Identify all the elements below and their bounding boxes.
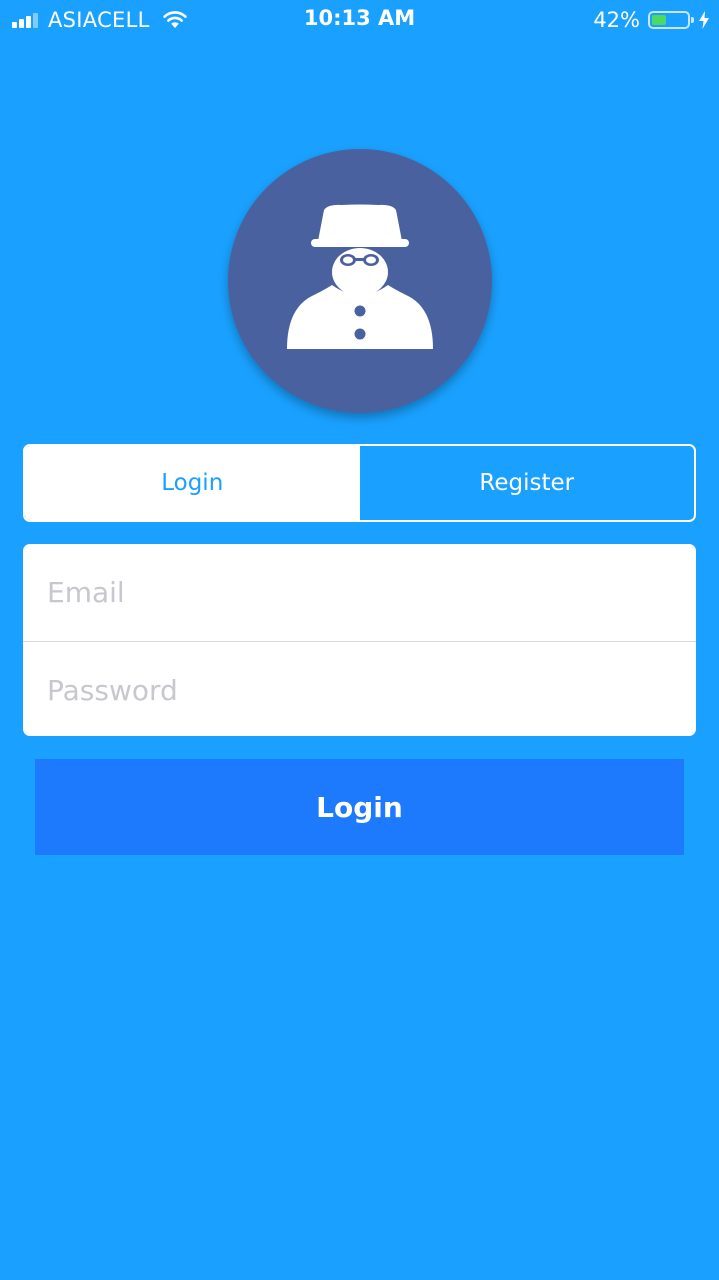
battery-icon bbox=[648, 11, 694, 29]
tab-login[interactable]: Login bbox=[25, 446, 360, 520]
password-field[interactable] bbox=[23, 642, 696, 736]
login-register-segmented-control: Login Register bbox=[23, 444, 696, 522]
charging-bolt-icon bbox=[699, 11, 709, 29]
avatar bbox=[228, 149, 492, 413]
status-bar: ASIACELL 10:13 AM 42% bbox=[0, 0, 719, 40]
status-bar-right: 42% bbox=[593, 6, 709, 34]
incognito-spy-icon bbox=[287, 204, 433, 349]
email-field-container bbox=[23, 544, 696, 640]
email-field[interactable] bbox=[23, 544, 696, 640]
login-button[interactable]: Login bbox=[35, 759, 684, 855]
tab-register[interactable]: Register bbox=[360, 446, 695, 520]
login-form bbox=[23, 544, 696, 736]
password-field-container bbox=[23, 642, 696, 736]
battery-percent: 42% bbox=[593, 8, 640, 32]
battery-level-fill bbox=[652, 15, 666, 25]
